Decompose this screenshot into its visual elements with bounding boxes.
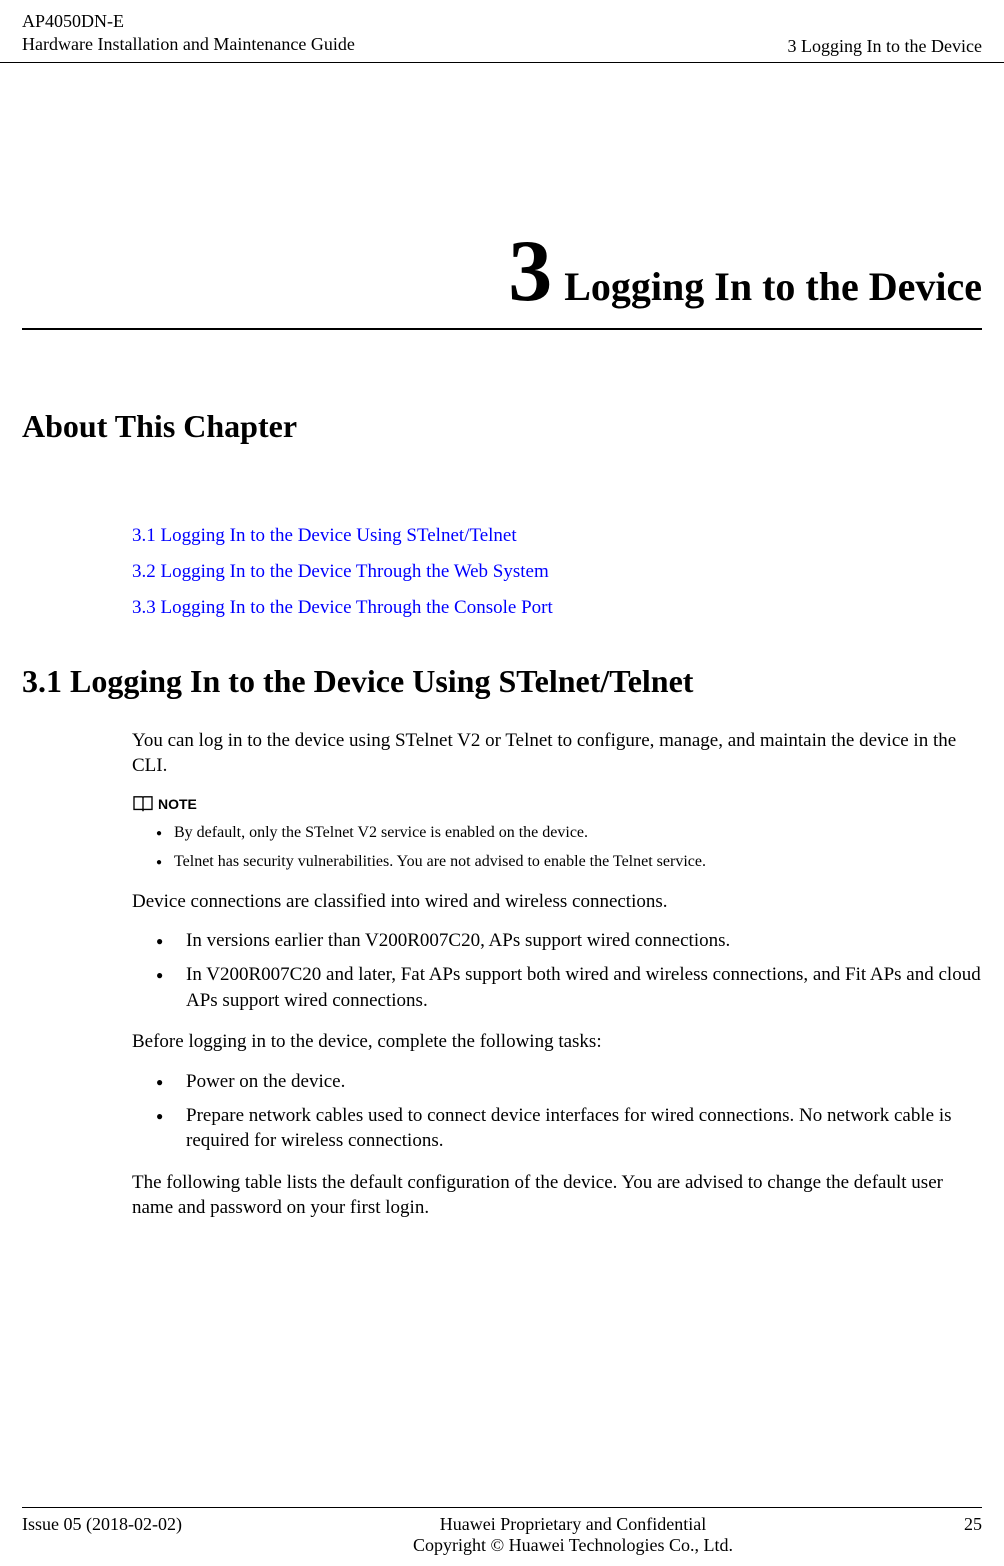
task-item: Power on the device.: [156, 1069, 982, 1095]
chapter-title: Logging In to the Device: [564, 264, 982, 309]
note-item: By default, only the STelnet V2 service …: [156, 823, 982, 844]
intro-paragraph: You can log in to the device using STeln…: [132, 728, 982, 779]
note-header: NOTE: [132, 795, 982, 813]
toc-link-web[interactable]: 3.2 Logging In to the Device Through the…: [132, 561, 982, 583]
header-left: AP4050DN-E Hardware Installation and Mai…: [22, 10, 355, 57]
footer-confidential: Huawei Proprietary and Confidential: [413, 1514, 733, 1535]
task-item: Prepare network cables used to connect d…: [156, 1103, 982, 1154]
device-connections-paragraph: Device connections are classified into w…: [132, 889, 982, 915]
version-item: In versions earlier than V200R007C20, AP…: [156, 928, 982, 954]
section-3-1-heading: 3.1 Logging In to the Device Using STeln…: [22, 663, 982, 700]
task-list: Power on the device. Prepare network cab…: [156, 1069, 982, 1154]
version-list: In versions earlier than V200R007C20, AP…: [156, 928, 982, 1013]
footer-center: Huawei Proprietary and Confidential Copy…: [413, 1514, 733, 1556]
product-name: AP4050DN-E: [22, 10, 355, 33]
page-header: AP4050DN-E Hardware Installation and Mai…: [0, 0, 1004, 63]
toc-link-stelnet[interactable]: 3.1 Logging In to the Device Using STeln…: [132, 525, 982, 547]
chapter-title-block: 3 Logging In to the Device: [22, 228, 982, 330]
note-book-icon: [132, 795, 154, 813]
before-login-paragraph: Before logging in to the device, complet…: [132, 1029, 982, 1055]
footer-copyright: Copyright © Huawei Technologies Co., Ltd…: [413, 1535, 733, 1556]
footer-issue: Issue 05 (2018-02-02): [22, 1514, 182, 1556]
chapter-number: 3: [508, 223, 552, 320]
guide-name: Hardware Installation and Maintenance Gu…: [22, 33, 355, 56]
toc-link-console[interactable]: 3.3 Logging In to the Device Through the…: [132, 597, 982, 619]
header-chapter-ref: 3 Logging In to the Device: [788, 36, 982, 57]
about-chapter-heading: About This Chapter: [22, 408, 982, 445]
table-intro-paragraph: The following table lists the default co…: [132, 1170, 982, 1221]
note-label: NOTE: [158, 796, 197, 812]
footer-page-number: 25: [964, 1514, 982, 1556]
note-item: Telnet has security vulnerabilities. You…: [156, 852, 982, 873]
page-content: 3 Logging In to the Device About This Ch…: [0, 228, 1004, 1221]
page-footer: Issue 05 (2018-02-02) Huawei Proprietary…: [22, 1507, 982, 1556]
note-list: By default, only the STelnet V2 service …: [156, 823, 982, 873]
toc-links: 3.1 Logging In to the Device Using STeln…: [132, 525, 982, 619]
version-item: In V200R007C20 and later, Fat APs suppor…: [156, 962, 982, 1013]
